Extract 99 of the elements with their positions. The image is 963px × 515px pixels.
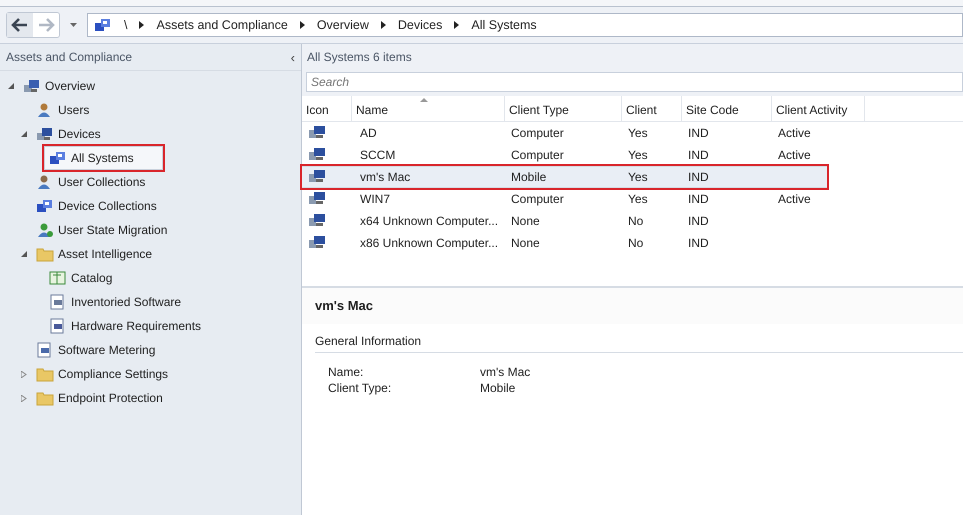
table-cell: Computer: [511, 148, 564, 162]
breadcrumb-item[interactable]: Devices: [398, 18, 442, 32]
table-row[interactable]: x64 Unknown Computer... None No IND: [302, 210, 963, 232]
computer-icon: [308, 146, 326, 160]
expander-icon[interactable]: [21, 394, 27, 402]
dropdown-icon[interactable]: [70, 23, 77, 27]
column-header[interactable]: Site Code: [682, 96, 772, 121]
table-cell: WIN7: [360, 192, 390, 206]
table-row[interactable]: AD Computer Yes IND Active: [302, 122, 963, 144]
field-label: Name:: [328, 365, 364, 381]
chevron-icon: [300, 21, 305, 29]
collapse-button[interactable]: ‹: [290, 50, 295, 64]
tree-item[interactable]: User Collections: [31, 170, 150, 194]
table-cell: Mobile: [511, 170, 546, 184]
table-cell: IND: [688, 214, 709, 228]
table-cell: SCCM: [360, 148, 396, 162]
computer-icon: [36, 126, 54, 142]
expander-icon[interactable]: [21, 130, 27, 138]
tree-item[interactable]: Devices: [31, 122, 106, 146]
computer-icon: [308, 124, 326, 138]
table-cell: Active: [778, 148, 811, 162]
person-icon: [36, 222, 54, 238]
field-label: Client Type:: [328, 381, 392, 397]
table-cell: Yes: [628, 148, 648, 162]
table-cell: Active: [778, 192, 811, 206]
chevron-icon: [139, 21, 144, 29]
tree-item[interactable]: Endpoint Protection: [31, 386, 168, 410]
table-cell: IND: [688, 126, 709, 140]
table-cell: Computer: [511, 192, 564, 206]
table-cell: Yes: [628, 192, 648, 206]
table-cell: Active: [778, 126, 811, 140]
table-row[interactable]: WIN7 Computer Yes IND Active: [302, 188, 963, 210]
table-cell: IND: [688, 236, 709, 250]
folder-icon: [36, 390, 54, 406]
table-row[interactable]: SCCM Computer Yes IND Active: [302, 144, 963, 166]
tree-item[interactable]: All Systems: [44, 146, 163, 170]
table-cell: None: [511, 236, 540, 250]
chevron-icon: [380, 21, 386, 29]
collection-icon: [94, 17, 112, 33]
tree-item[interactable]: Inventoried Software: [44, 290, 186, 314]
tree-item[interactable]: Compliance Settings: [31, 362, 174, 386]
breadcrumb-item[interactable]: Overview: [316, 18, 369, 32]
table-cell: IND: [688, 148, 709, 162]
table-cell: x86 Unknown Computer...: [360, 236, 498, 250]
tree-item[interactable]: Catalog: [44, 266, 118, 290]
column-header[interactable]: Name: [352, 96, 505, 121]
table-icon: [49, 270, 67, 286]
table-cell: No: [628, 236, 644, 250]
computer-icon: [308, 168, 326, 182]
tree-item[interactable]: Users: [31, 98, 94, 122]
chevron-icon: [454, 21, 460, 29]
back-button[interactable]: [7, 13, 33, 37]
collection-icon: [36, 198, 54, 214]
expander-icon[interactable]: [21, 370, 27, 378]
table-cell: Yes: [628, 126, 648, 140]
pane-title: Assets and Compliance: [6, 50, 132, 64]
tree-item[interactable]: Device Collections: [31, 194, 162, 218]
column-header[interactable]: Icon: [302, 96, 352, 121]
breadcrumb-item[interactable]: All Systems: [471, 18, 537, 32]
table-cell: AD: [360, 126, 377, 140]
computer-icon: [308, 190, 326, 204]
sort-arrow-icon: [420, 98, 428, 102]
back-arrow-icon: [11, 17, 29, 33]
address-bar[interactable]: \ Assets and Compliance Overview Devices All Systems: [87, 13, 963, 37]
tree-item[interactable]: Asset Intelligence: [31, 242, 158, 266]
expander-icon[interactable]: [21, 250, 27, 258]
expander-icon[interactable]: [8, 82, 14, 90]
folder-icon: [36, 366, 54, 382]
column-header[interactable]: Client: [622, 96, 682, 121]
tree-item[interactable]: User State Migration: [31, 218, 172, 242]
field-value: Mobile: [480, 381, 516, 397]
table-cell: Yes: [628, 170, 648, 184]
table-cell: x64 Unknown Computer...: [360, 214, 498, 228]
search-field[interactable]: Search: [306, 72, 963, 92]
table-cell: None: [511, 214, 540, 228]
collection-icon: [49, 150, 67, 166]
table-row[interactable]: x86 Unknown Computer... None No IND: [302, 232, 963, 254]
column-header[interactable]: Client Activity: [772, 96, 865, 121]
computer-icon: [23, 78, 41, 94]
section-heading: General Information: [315, 334, 963, 353]
field-value: vm's Mac: [480, 365, 530, 381]
computer-icon: [308, 212, 326, 226]
column-header[interactable]: Client Type: [505, 96, 622, 121]
list-title: All Systems 6 items: [302, 44, 963, 70]
details-title: vm's Mac: [302, 288, 963, 324]
computer-icon: [308, 234, 326, 248]
folder-icon: [36, 246, 54, 262]
table-cell: IND: [688, 170, 709, 184]
table-cell: Computer: [511, 126, 564, 140]
breadcrumb-item[interactable]: \: [124, 18, 128, 32]
table-cell: No: [628, 214, 644, 228]
table-cell: vm's Mac: [360, 170, 410, 184]
breadcrumb-item[interactable]: Assets and Compliance: [156, 18, 288, 32]
tree-item[interactable]: Software Metering: [31, 338, 160, 362]
tree-item[interactable]: Hardware Requirements: [44, 314, 206, 338]
table-row[interactable]: vm's Mac Mobile Yes IND: [302, 166, 827, 188]
forward-arrow-icon: [37, 17, 55, 33]
tree-item[interactable]: Overview: [18, 74, 100, 98]
table-cell: IND: [688, 192, 709, 206]
